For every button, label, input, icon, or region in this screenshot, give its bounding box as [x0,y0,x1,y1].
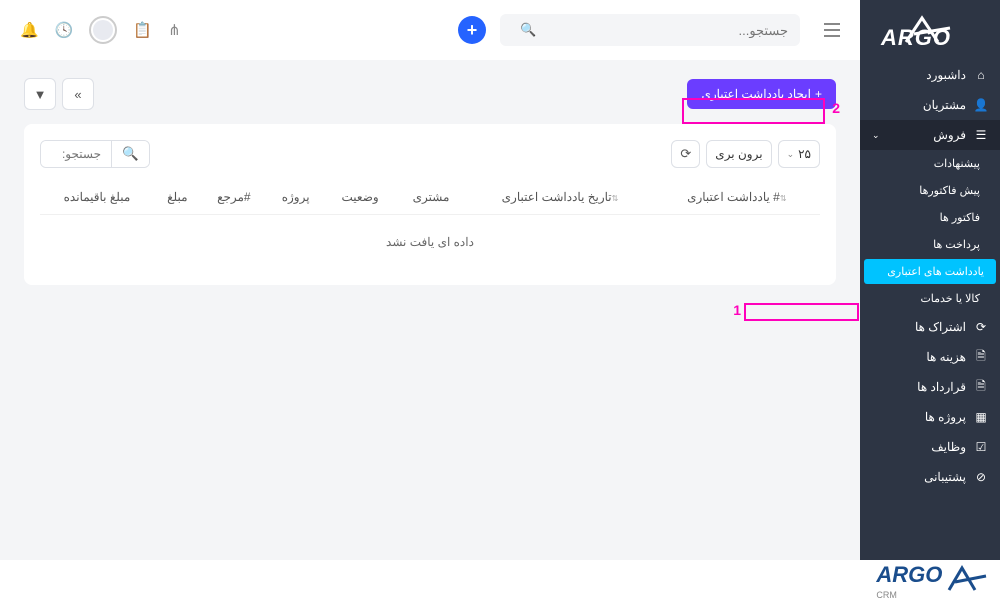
col-project[interactable]: پروژه [267,180,325,215]
col-reference[interactable]: #مرجع [201,180,267,215]
file-icon: 🗎 [974,350,988,364]
nav-payments[interactable]: پرداخت ها [860,231,1000,258]
export-select[interactable]: برون بری [706,140,771,168]
refresh-icon: ⟳ [680,146,691,161]
main-area: 🔍 + ⋔ 📋 🕓 🔔 +ایجاد یادداشت اعتباری » ▼ [0,0,860,560]
annotation-number-1: 1 [733,302,741,318]
data-card: ۲۵⌄ برون بری ⟳ 🔍 ⇅# یادداشت اع [24,124,836,285]
search-icon: 🔍 [122,146,139,161]
nav-invoices[interactable]: فاکتور ها [860,204,1000,231]
nav-customers[interactable]: 👤مشتریان [860,90,1000,120]
search-input[interactable] [536,23,788,38]
clipboard-icon[interactable]: 📋 [133,21,152,39]
user-icon: 👤 [974,98,988,112]
file-icon: 🗎 [974,380,988,394]
col-credit-note-number[interactable]: ⇅# یادداشت اعتباری [656,180,820,215]
footer-logo: ARGO CRM [876,562,990,600]
nav-expenses[interactable]: 🗎هزینه ها [860,342,1000,372]
user-avatar[interactable] [89,16,117,44]
credit-notes-table: ⇅# یادداشت اعتباری ⇅تاریخ یادداشت اعتبار… [40,180,820,269]
empty-message: داده ای یافت نشد [40,215,820,270]
col-amount[interactable]: مبلغ [154,180,201,215]
nav-proposals[interactable]: پیشنهادات [860,150,1000,177]
table-search-input[interactable] [41,141,111,167]
filter-icon: ▼ [34,87,47,102]
nav-items[interactable]: کالا یا خدمات [860,285,1000,312]
nav-contracts[interactable]: 🗎قرارداد ها [860,372,1000,402]
sort-icon: ⇅ [780,194,787,203]
sidebar: ARGO ⌂داشبورد 👤مشتریان ☰فروش⌄ پیشنهادات … [860,0,1000,560]
nav-projects[interactable]: ▦پروژه ها [860,402,1000,432]
plus-icon: + [815,87,822,101]
sidebar-toggle[interactable] [824,23,840,37]
create-credit-note-button[interactable]: +ایجاد یادداشت اعتباری [687,79,836,109]
chevron-down-icon: ⌄ [787,149,795,160]
page-size-select[interactable]: ۲۵⌄ [778,140,820,168]
clock-icon[interactable]: 🕓 [55,21,74,39]
refresh-button[interactable]: ⟳ [671,140,700,168]
search-icon: 🔍 [520,22,536,38]
home-icon: ⌂ [974,68,988,82]
support-icon: ⊘ [974,470,988,484]
logo: ARGO [860,0,1000,60]
collapse-button[interactable]: » [62,78,94,110]
check-circle-icon: ☑ [974,440,988,454]
nav-credit-notes[interactable]: یادداشت های اعتباری [864,259,996,284]
col-status[interactable]: وضعیت [325,180,396,215]
chevron-down-icon: ⌄ [872,130,880,141]
annotation-number-2: 2 [832,100,840,116]
nav-estimates[interactable]: پیش فاکتورها [860,177,1000,204]
list-icon: ☰ [974,128,988,142]
table-search-button[interactable]: 🔍 [111,141,149,167]
col-remaining[interactable]: مبلغ باقیمانده [40,180,154,215]
col-customer[interactable]: مشتری [396,180,467,215]
filter-button[interactable]: ▼ [24,78,56,110]
nav-dashboard[interactable]: ⌂داشبورد [860,60,1000,90]
nav-sales[interactable]: ☰فروش⌄ [860,120,1000,150]
nav-tasks[interactable]: ☑وظایف [860,432,1000,462]
grid-icon: ▦ [974,410,988,424]
global-search[interactable]: 🔍 [500,14,800,46]
nav-support[interactable]: ⊘پشتیبانی [860,462,1000,492]
col-credit-note-date[interactable]: ⇅تاریخ یادداشت اعتباری [466,180,655,215]
nav-subscriptions[interactable]: ⟳اشتراک ها [860,312,1000,342]
quick-add-button[interactable]: + [458,16,486,44]
topbar: 🔍 + ⋔ 📋 🕓 🔔 [0,0,860,60]
refresh-icon: ⟳ [974,320,988,334]
sort-icon: ⇅ [612,194,619,203]
share-icon[interactable]: ⋔ [168,21,181,39]
bell-icon[interactable]: 🔔 [20,21,39,39]
